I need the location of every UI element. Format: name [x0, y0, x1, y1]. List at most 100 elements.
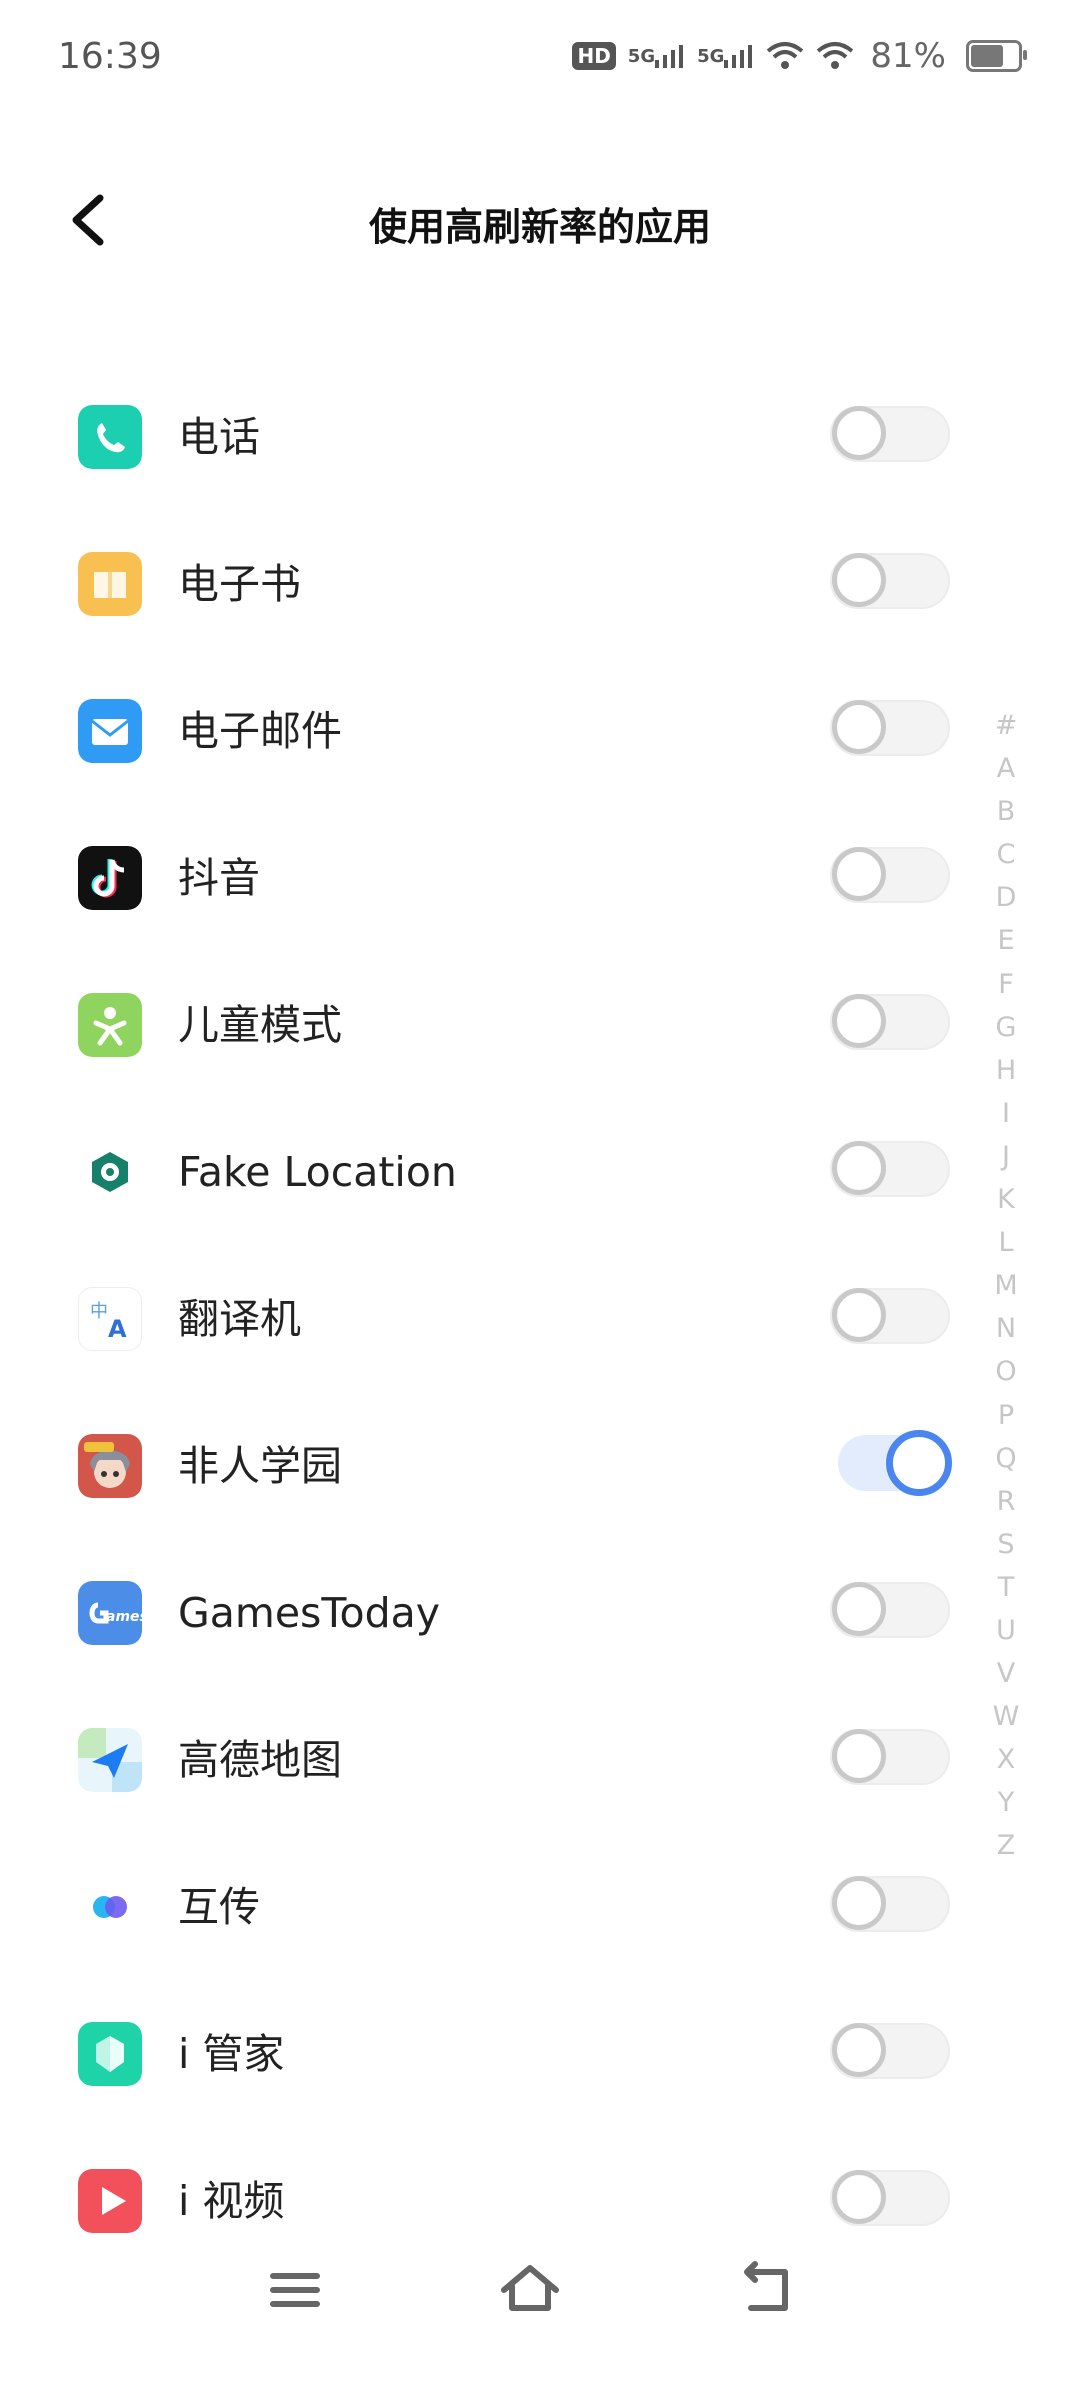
index-letter[interactable]: F — [986, 963, 1026, 1006]
app-name: i 视频 — [178, 2177, 285, 2225]
toggle-thumb — [832, 553, 886, 607]
toggle-thumb — [832, 1288, 886, 1342]
toggle-thumb — [832, 700, 886, 754]
index-letter[interactable]: U — [986, 1609, 1026, 1652]
index-letter[interactable]: Q — [986, 1437, 1026, 1480]
index-letter[interactable]: N — [986, 1307, 1026, 1350]
index-letter[interactable]: K — [986, 1178, 1026, 1221]
amap-icon — [78, 1728, 142, 1792]
kids-mode-icon — [78, 993, 142, 1057]
index-letter[interactable]: C — [986, 833, 1026, 876]
app-name: 儿童模式 — [178, 1001, 342, 1049]
refresh-rate-toggle[interactable] — [830, 2167, 950, 2229]
app-name: Fake Location — [178, 1148, 457, 1196]
app-list: 电话电子书电子邮件抖音儿童模式 Fake Location 中 A 翻译机非人学园 ame… — [0, 385, 1000, 2296]
douyin-icon — [78, 846, 142, 910]
index-letter[interactable]: X — [986, 1738, 1026, 1781]
app-name: 互传 — [178, 1883, 260, 1931]
app-row: Fake Location — [0, 1120, 1000, 1267]
svg-text:中: 中 — [90, 1301, 108, 1322]
index-letter[interactable]: H — [986, 1049, 1026, 1092]
app-row: 电子邮件 — [0, 679, 1000, 826]
index-letter[interactable]: D — [986, 876, 1026, 919]
toggle-thumb — [832, 2023, 886, 2077]
index-letter[interactable]: T — [986, 1566, 1026, 1609]
index-letter[interactable]: P — [986, 1394, 1026, 1437]
app-row: 儿童模式 — [0, 973, 1000, 1120]
status-icons: HD 5G 5G 81% — [572, 36, 1027, 76]
app-name: 电子书 — [178, 560, 301, 608]
app-row: 高德地图 — [0, 1708, 1000, 1855]
index-letter[interactable]: S — [986, 1523, 1026, 1566]
index-letter[interactable]: Y — [986, 1781, 1026, 1824]
translator-icon: 中A — [78, 1287, 142, 1351]
app-row: 电话 — [0, 385, 1000, 532]
ebook-icon — [78, 552, 142, 616]
refresh-rate-toggle[interactable] — [830, 1726, 950, 1788]
refresh-rate-toggle[interactable] — [830, 1430, 952, 1496]
index-letter[interactable]: V — [986, 1652, 1026, 1695]
index-letter[interactable]: I — [986, 1092, 1026, 1135]
app-name: 电话 — [178, 413, 260, 461]
app-row: ames GamesToday — [0, 1561, 1000, 1708]
status-time: 16:39 — [58, 36, 162, 77]
app-row: 抖音 — [0, 826, 1000, 973]
battery-tip — [1023, 50, 1027, 60]
index-letter[interactable]: L — [986, 1221, 1026, 1264]
game-avatar-icon — [78, 1434, 142, 1498]
menu-button[interactable] — [255, 2250, 335, 2330]
wifi-hotspot-icon — [766, 41, 804, 71]
index-letter[interactable]: W — [986, 1695, 1026, 1738]
index-letter[interactable]: M — [986, 1264, 1026, 1307]
fake-location-icon — [78, 1140, 142, 1204]
index-letter[interactable]: # — [986, 704, 1026, 747]
home-button[interactable] — [490, 2250, 570, 2330]
system-back-button[interactable] — [725, 2250, 805, 2330]
svg-text:ames: ames — [106, 1609, 142, 1625]
index-letter[interactable]: A — [986, 747, 1026, 790]
phone-icon — [78, 405, 142, 469]
app-name: i 管家 — [178, 2030, 285, 2078]
wifi-icon — [816, 41, 854, 71]
alphabet-index[interactable]: # A B C D E F G H I J K L M N O P Q R S T U V W X Y Z — [986, 704, 1026, 1868]
index-letter[interactable]: Z — [986, 1824, 1026, 1867]
refresh-rate-toggle[interactable] — [830, 1873, 950, 1935]
share-icon — [78, 1875, 142, 1939]
battery-icon — [966, 40, 1027, 72]
page-title: 使用高刷新率的应用 — [368, 205, 711, 249]
refresh-rate-toggle[interactable] — [830, 991, 950, 1053]
app-name: 非人学园 — [178, 1442, 342, 1490]
refresh-rate-toggle[interactable] — [830, 2020, 950, 2082]
refresh-rate-toggle[interactable] — [830, 1285, 950, 1347]
app-row: 中 A 翻译机 — [0, 1267, 1000, 1414]
app-name: 电子邮件 — [178, 707, 342, 755]
navigation-bar — [0, 2240, 1080, 2340]
app-row: 互传 — [0, 1855, 1000, 2002]
refresh-rate-toggle[interactable] — [830, 697, 950, 759]
index-letter[interactable]: E — [986, 919, 1026, 962]
battery-level — [971, 45, 1003, 67]
gamestoday-icon: ames — [78, 1581, 142, 1645]
refresh-rate-toggle[interactable] — [830, 403, 950, 465]
home-icon — [501, 2265, 559, 2311]
refresh-rate-toggle[interactable] — [830, 844, 950, 906]
index-letter[interactable]: J — [986, 1135, 1026, 1178]
signal-sim2-icon: 5G — [697, 44, 754, 68]
menu-icon — [270, 2273, 320, 2307]
refresh-rate-toggle[interactable] — [830, 550, 950, 612]
refresh-rate-toggle[interactable] — [830, 1579, 950, 1641]
index-letter[interactable]: B — [986, 790, 1026, 833]
refresh-rate-toggle[interactable] — [830, 1138, 950, 1200]
app-name: 抖音 — [178, 854, 260, 902]
index-letter[interactable]: G — [986, 1006, 1026, 1049]
app-name: GamesToday — [178, 1589, 440, 1637]
index-letter[interactable]: O — [986, 1350, 1026, 1393]
app-row: 非人学园 — [0, 1414, 1000, 1561]
toggle-thumb — [832, 1582, 886, 1636]
i-manager-icon — [78, 2022, 142, 2086]
app-name: 翻译机 — [178, 1295, 301, 1343]
app-row: i 管家 — [0, 2002, 1000, 2149]
toggle-thumb — [886, 1430, 952, 1496]
signal-sim1-icon: 5G — [628, 44, 685, 68]
index-letter[interactable]: R — [986, 1480, 1026, 1523]
